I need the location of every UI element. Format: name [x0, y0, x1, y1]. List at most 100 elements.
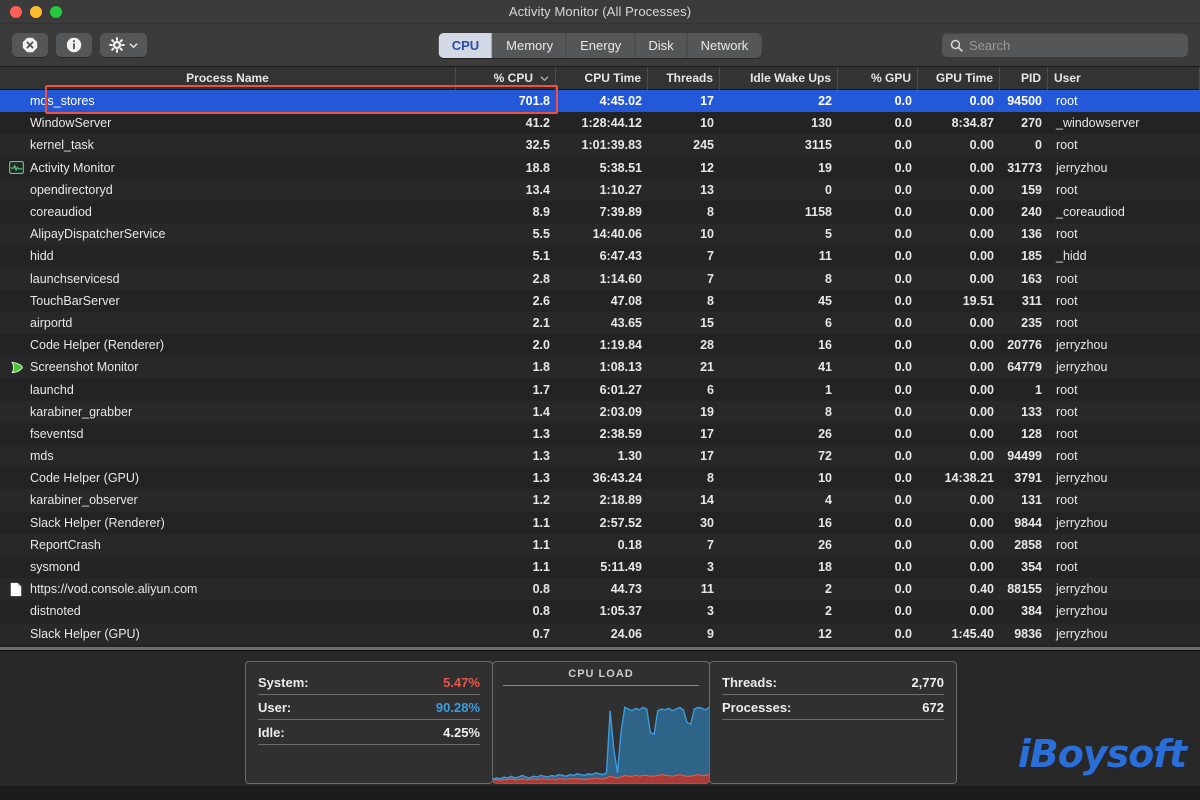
cell-cpu: 0.8 [456, 578, 556, 600]
cell-pid: 128 [1000, 423, 1048, 445]
cell-cputime: 6:47.43 [556, 245, 648, 267]
cell-pid: 88155 [1000, 578, 1048, 600]
column-header-gpu[interactable]: % GPU [838, 67, 918, 90]
cell-cpu: 41.2 [456, 112, 556, 134]
traffic-light-buttons [0, 6, 62, 18]
cell-pid: 384 [1000, 600, 1048, 622]
cell-user: jerryzhou [1048, 623, 1200, 645]
close-window-button[interactable] [10, 6, 22, 18]
table-row[interactable]: AlipayDispatcherService5.514:40.061050.0… [0, 223, 1200, 245]
cell-gputime: 0.00 [918, 179, 1000, 201]
column-header-pid[interactable]: PID [1000, 67, 1048, 90]
table-row[interactable]: coreaudiod8.97:39.89811580.00.00240_core… [0, 201, 1200, 223]
inspect-process-button[interactable] [56, 33, 92, 57]
process-name-text: coreaudiod [30, 205, 92, 219]
table-row[interactable]: TouchBarServer2.647.088450.019.51311root [0, 290, 1200, 312]
table-row[interactable]: Slack Helper (GPU)0.724.069120.01:45.409… [0, 623, 1200, 645]
cell-threads: 17 [648, 423, 720, 445]
search-placeholder: Search [969, 38, 1010, 53]
table-row[interactable]: airportd2.143.651560.00.00235root [0, 312, 1200, 334]
tab-disk[interactable]: Disk [635, 33, 687, 58]
table-row[interactable]: mds1.31.3017720.00.0094499root [0, 445, 1200, 467]
cell-idlewake: 22 [720, 90, 838, 112]
tab-memory[interactable]: Memory [493, 33, 567, 58]
process-name-text: hidd [30, 249, 54, 263]
cell-pid: 131 [1000, 489, 1048, 511]
cell-user: jerryzhou [1048, 578, 1200, 600]
table-row[interactable]: kernel_task32.51:01:39.8324531150.00.000… [0, 134, 1200, 156]
column-header-user[interactable]: User [1048, 67, 1200, 90]
cell-user: root [1048, 489, 1200, 511]
cell-cpu: 5.1 [456, 245, 556, 267]
cell-gpu: 0.0 [838, 600, 918, 622]
table-row[interactable]: opendirectoryd13.41:10.271300.00.00159ro… [0, 179, 1200, 201]
table-row[interactable]: karabiner_observer1.22:18.891440.00.0013… [0, 489, 1200, 511]
minimize-window-button[interactable] [30, 6, 42, 18]
stat-row-processes: Processes: 672 [722, 695, 944, 720]
column-header-threads[interactable]: Threads [648, 67, 720, 90]
table-row[interactable]: hidd5.16:47.437110.00.00185_hidd [0, 245, 1200, 267]
table-row[interactable]: Code Helper (Renderer)2.01:19.8428160.00… [0, 334, 1200, 356]
cell-gpu: 0.0 [838, 512, 918, 534]
cell-gpu: 0.0 [838, 445, 918, 467]
table-row[interactable]: WindowServer41.21:28:44.12101300.08:34.8… [0, 112, 1200, 134]
table-row[interactable]: launchservicesd2.81:14.60780.00.00163roo… [0, 268, 1200, 290]
cell-name: sysmond [0, 556, 456, 578]
stat-row-user: User: 90.28% [258, 695, 480, 720]
column-header-name[interactable]: Process Name [0, 67, 456, 90]
process-name-text: karabiner_grabber [30, 405, 132, 419]
tab-energy[interactable]: Energy [567, 33, 635, 58]
column-header-idlewake[interactable]: Idle Wake Ups [720, 67, 838, 90]
cell-gpu: 0.0 [838, 157, 918, 179]
stat-row-system: System: 5.47% [258, 670, 480, 695]
table-row[interactable]: Activity Monitor18.85:38.5112190.00.0031… [0, 157, 1200, 179]
process-icon-placeholder [8, 337, 24, 353]
process-name-text: fseventsd [30, 427, 84, 441]
column-header-cputime[interactable]: CPU Time [556, 67, 648, 90]
cell-user: root [1048, 378, 1200, 400]
column-header-gputime[interactable]: GPU Time [918, 67, 1000, 90]
search-field[interactable]: Search [942, 33, 1188, 57]
cell-user: jerryzhou [1048, 600, 1200, 622]
cell-cputime: 24.06 [556, 623, 648, 645]
cell-idlewake: 16 [720, 334, 838, 356]
cell-gputime: 0.00 [918, 378, 1000, 400]
activity-monitor-icon [9, 160, 24, 175]
process-icon-placeholder [8, 115, 24, 131]
zoom-window-button[interactable] [50, 6, 62, 18]
cell-gputime: 0.00 [918, 201, 1000, 223]
cell-pid: 31773 [1000, 157, 1048, 179]
tab-cpu[interactable]: CPU [439, 33, 493, 58]
cell-threads: 19 [648, 401, 720, 423]
cell-cpu: 1.1 [456, 534, 556, 556]
process-icon-placeholder [8, 426, 24, 442]
table-row[interactable]: ReportCrash1.10.187260.00.002858root [0, 534, 1200, 556]
table-row[interactable]: launchd1.76:01.27610.00.001root [0, 378, 1200, 400]
cell-idlewake: 5 [720, 223, 838, 245]
cell-pid: 235 [1000, 312, 1048, 334]
cell-gputime: 0.00 [918, 556, 1000, 578]
table-row[interactable]: Screenshot Monitor1.81:08.1321410.00.006… [0, 356, 1200, 378]
table-row[interactable]: distnoted0.81:05.37320.00.00384jerryzhou [0, 600, 1200, 622]
column-header-cpu[interactable]: % CPU [456, 67, 556, 90]
stat-label-idle: Idle: [258, 725, 285, 740]
tab-network[interactable]: Network [688, 33, 762, 58]
process-name-text: launchd [30, 383, 74, 397]
table-row[interactable]: https://vod.console.aliyun.com0.844.7311… [0, 578, 1200, 600]
table-row[interactable]: karabiner_grabber1.42:03.091980.00.00133… [0, 401, 1200, 423]
cell-cputime: 2:38.59 [556, 423, 648, 445]
cell-gputime: 0.40 [918, 578, 1000, 600]
cell-cpu: 1.3 [456, 445, 556, 467]
table-row[interactable]: Code Helper (GPU)1.336:43.248100.014:38.… [0, 467, 1200, 489]
system-counts-panel: Threads: 2,770 Processes: 672 [709, 661, 957, 784]
cell-name: karabiner_observer [0, 489, 456, 511]
settings-menu-button[interactable] [100, 33, 147, 57]
table-row[interactable]: mds_stores701.84:45.0217220.00.0094500ro… [0, 90, 1200, 112]
table-row[interactable]: Slack Helper (Renderer)1.12:57.5230160.0… [0, 512, 1200, 534]
stop-process-button[interactable] [12, 33, 48, 57]
process-icon-placeholder [8, 448, 24, 464]
table-row[interactable]: fseventsd1.32:38.5917260.00.00128root [0, 423, 1200, 445]
cell-cpu: 1.3 [456, 423, 556, 445]
cell-threads: 10 [648, 112, 720, 134]
table-row[interactable]: sysmond1.15:11.493180.00.00354root [0, 556, 1200, 578]
